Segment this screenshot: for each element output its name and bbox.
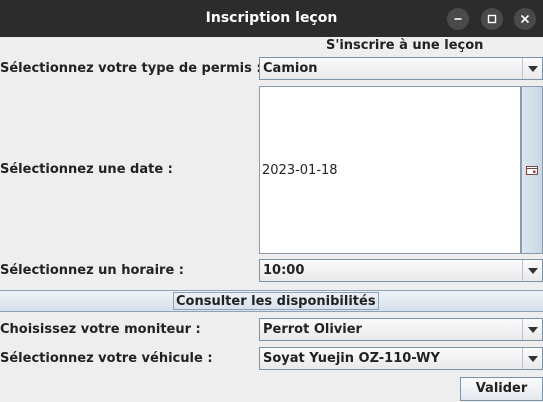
- permis-value: Camion: [263, 61, 318, 76]
- chevron-down-icon[interactable]: [522, 58, 542, 79]
- date-label: Sélectionnez une date :: [0, 162, 173, 177]
- form-heading: S'inscrire à une leçon: [326, 38, 484, 53]
- close-button[interactable]: [514, 8, 536, 30]
- permis-label: Sélectionnez votre type de permis :: [0, 61, 262, 76]
- horaire-value: 10:00: [263, 263, 305, 278]
- maximize-button[interactable]: [481, 8, 503, 30]
- chevron-down-icon[interactable]: [522, 348, 542, 369]
- moniteur-value: Perrot Olivier: [263, 322, 362, 337]
- calendar-icon: [526, 165, 538, 175]
- close-icon: [520, 14, 530, 24]
- consult-availability-label: Consulter les disponibilités: [173, 292, 379, 310]
- submit-button[interactable]: Valider: [460, 377, 543, 401]
- moniteur-label: Choisissez votre moniteur :: [0, 322, 201, 337]
- permis-select[interactable]: Camion: [259, 57, 543, 80]
- consult-availability-button[interactable]: Consulter les disponibilités: [0, 290, 543, 312]
- minimize-button[interactable]: [447, 8, 469, 30]
- window-titlebar: Inscription leçon: [0, 0, 543, 37]
- horaire-select[interactable]: 10:00: [259, 259, 543, 282]
- vehicule-select[interactable]: Soyat Yuejin OZ-110-WY: [259, 347, 543, 370]
- form-panel: S'inscrire à une leçon Sélectionnez votr…: [0, 37, 543, 402]
- vehicule-label: Sélectionnez votre véhicule :: [0, 351, 213, 366]
- moniteur-select[interactable]: Perrot Olivier: [259, 318, 543, 341]
- date-value: 2023-01-18: [262, 163, 338, 178]
- horaire-label: Sélectionnez un horaire :: [0, 263, 184, 278]
- chevron-down-icon[interactable]: [522, 260, 542, 281]
- calendar-button[interactable]: [521, 86, 543, 254]
- minimize-icon: [454, 18, 462, 20]
- chevron-down-icon[interactable]: [522, 319, 542, 340]
- maximize-icon: [487, 14, 497, 24]
- date-field[interactable]: 2023-01-18: [259, 86, 521, 254]
- vehicule-value: Soyat Yuejin OZ-110-WY: [263, 351, 440, 366]
